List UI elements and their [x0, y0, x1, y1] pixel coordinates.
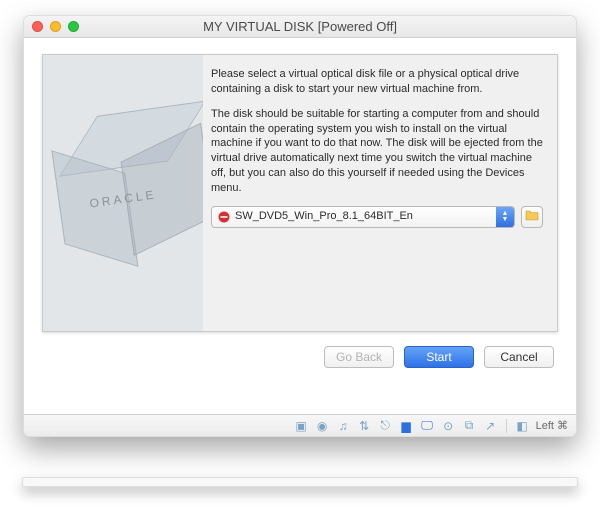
error-icon — [216, 211, 232, 223]
vm-statusbar: ▣ ◉ ♫ ⇅ ⎋ ▆ 🖵 ⊙ ⧉ ↗ ◧ Left ⌘ — [24, 414, 576, 436]
window-title: MY VIRTUAL DISK [Powered Off] — [24, 19, 576, 34]
dialog-illustration: ORACLE — [43, 55, 203, 331]
startup-disk-name: SW_DVD5_Win_Pro_8.1_64BIT_En — [232, 209, 496, 224]
dialog-button-row: Go Back Start Cancel — [24, 346, 554, 368]
vm-window: MY VIRTUAL DISK [Powered Off] ORACLE Ple… — [23, 15, 577, 437]
cancel-button[interactable]: Cancel — [484, 346, 554, 368]
zoom-icon[interactable] — [68, 21, 79, 32]
usb-icon[interactable]: ⎋ — [378, 418, 393, 433]
startup-disk-combo[interactable]: SW_DVD5_Win_Pro_8.1_64BIT_En ▲▼ — [211, 206, 515, 228]
dialog-paragraph-2: The disk should be suitable for starting… — [211, 107, 543, 196]
display-icon[interactable]: 🖵 — [420, 418, 435, 433]
mouse-integration-icon[interactable]: ↗ — [483, 418, 498, 433]
startup-disk-dialog: ORACLE Please select a virtual optical d… — [42, 54, 558, 332]
features-icon[interactable]: ⧉ — [462, 418, 477, 433]
browse-disk-button[interactable] — [521, 206, 543, 228]
dialog-text-pane: Please select a virtual optical disk fil… — [203, 55, 557, 331]
window-content: ORACLE Please select a virtual optical d… — [24, 38, 576, 436]
dialog-paragraph-1: Please select a virtual optical disk fil… — [211, 67, 543, 97]
folder-icon — [525, 208, 539, 226]
shared-folders-icon[interactable]: ▆ — [399, 418, 414, 433]
dock-shelf — [22, 477, 578, 487]
host-key-label: Left ⌘ — [536, 419, 568, 432]
audio-icon[interactable]: ♫ — [336, 418, 351, 433]
chevron-updown-icon: ▲▼ — [496, 207, 514, 227]
video-capture-icon[interactable]: ⊙ — [441, 418, 456, 433]
hard-disk-icon[interactable]: ▣ — [294, 418, 309, 433]
minimize-icon[interactable] — [50, 21, 61, 32]
optical-disk-icon[interactable]: ◉ — [315, 418, 330, 433]
go-back-button: Go Back — [324, 346, 394, 368]
close-icon[interactable] — [32, 21, 43, 32]
titlebar: MY VIRTUAL DISK [Powered Off] — [24, 16, 576, 38]
keyboard-captured-icon[interactable]: ◧ — [515, 418, 530, 433]
start-button[interactable]: Start — [404, 346, 474, 368]
network-icon[interactable]: ⇅ — [357, 418, 372, 433]
